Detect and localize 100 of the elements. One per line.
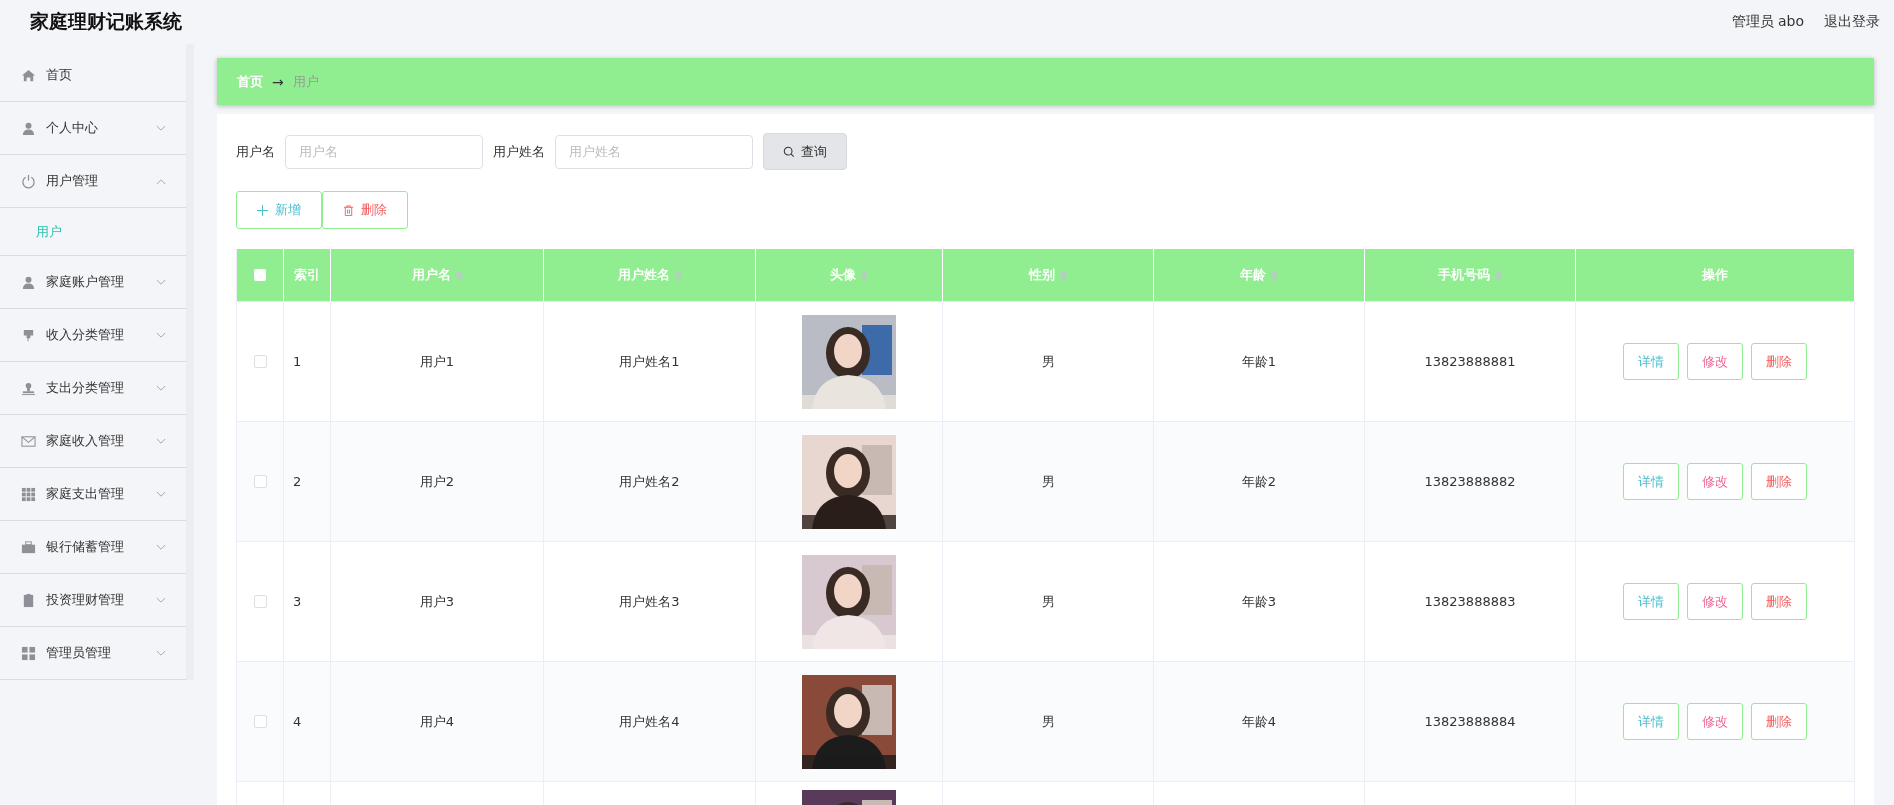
add-button[interactable]: 新增 <box>236 191 322 229</box>
menu-item[interactable]: 银行储蓄管理 <box>0 521 186 574</box>
delete-button[interactable]: 删除 <box>1751 343 1807 380</box>
table-cell: 年龄2 <box>1241 472 1277 491</box>
row-checkbox[interactable] <box>253 595 267 608</box>
chevron-down-icon <box>156 331 166 339</box>
menu-item[interactable]: 家庭收入管理 <box>0 415 186 468</box>
trash-icon <box>343 204 354 216</box>
delete-button[interactable]: 删除 <box>1751 583 1807 620</box>
grid-icon <box>21 486 36 502</box>
column-header: 年龄 <box>1240 266 1266 284</box>
table-cell: 用户2 <box>419 472 455 491</box>
user-icon <box>21 274 36 290</box>
detail-button[interactable]: 详情 <box>1623 343 1679 380</box>
table-cell: 13823888884 <box>1424 714 1516 729</box>
column-header: 索引 <box>294 266 320 284</box>
select-all-checkbox[interactable] <box>254 269 266 281</box>
field-label: 用户姓名 <box>493 142 545 161</box>
stamp-icon <box>21 380 36 396</box>
sort-icon[interactable] <box>861 269 868 281</box>
menu-item[interactable]: 首页 <box>0 49 186 102</box>
menu-item[interactable]: 家庭账户管理 <box>0 256 186 309</box>
menu-item[interactable]: 管理员管理 <box>0 627 186 680</box>
mail-icon <box>21 433 36 449</box>
detail-button[interactable]: 详情 <box>1623 463 1679 500</box>
table-cell: 男 <box>1041 352 1055 371</box>
chevron-up-icon <box>156 177 166 185</box>
table-cell: 用户姓名4 <box>619 712 680 731</box>
search-button[interactable]: 查询 <box>763 133 847 170</box>
chevron-down-icon <box>156 124 166 132</box>
menu-item[interactable]: 支出分类管理 <box>0 362 186 415</box>
table-cell: 用户3 <box>419 592 455 611</box>
edit-button[interactable]: 修改 <box>1687 463 1743 500</box>
chevron-down-icon <box>156 437 166 445</box>
edit-button[interactable]: 修改 <box>1687 703 1743 740</box>
table-cell: 13823888881 <box>1424 354 1516 369</box>
menu-item[interactable]: 投资理财管理 <box>0 574 186 627</box>
table-cell: 用户姓名1 <box>619 352 680 371</box>
pin-icon <box>21 327 36 343</box>
tiles-icon <box>21 645 36 661</box>
column-header: 头像 <box>830 266 856 284</box>
column-header: 性别 <box>1029 266 1055 284</box>
table-cell: 1 <box>293 354 302 369</box>
table-cell: 13823888882 <box>1424 474 1516 489</box>
column-header: 操作 <box>1702 266 1728 284</box>
table-cell: 4 <box>293 714 302 729</box>
plus-icon <box>257 204 268 216</box>
detail-button[interactable]: 详情 <box>1623 583 1679 620</box>
menu-item[interactable]: 收入分类管理 <box>0 309 186 362</box>
table-cell: 男 <box>1041 472 1055 491</box>
delete-button[interactable]: 删除 <box>1751 463 1807 500</box>
table-cell: 年龄4 <box>1241 712 1277 731</box>
table-cell: 用户姓名2 <box>619 472 680 491</box>
table-cell: 年龄1 <box>1241 352 1277 371</box>
sort-icon[interactable] <box>1271 269 1278 281</box>
column-header: 手机号码 <box>1438 266 1490 284</box>
edit-button[interactable]: 修改 <box>1687 343 1743 380</box>
chevron-down-icon <box>156 490 166 498</box>
chevron-down-icon <box>156 649 166 657</box>
search-icon <box>783 145 795 158</box>
table-cell: 13823888883 <box>1424 594 1516 609</box>
detail-button[interactable]: 详情 <box>1623 703 1679 740</box>
column-header: 用户姓名 <box>617 266 670 284</box>
chevron-down-icon <box>156 278 166 286</box>
row-checkbox[interactable] <box>253 475 267 488</box>
table-cell: 男 <box>1041 712 1055 731</box>
table-cell: 用户1 <box>419 352 455 371</box>
row-checkbox[interactable] <box>253 715 267 728</box>
delete-button[interactable]: 删除 <box>1751 703 1807 740</box>
menu-item[interactable]: 用户管理 <box>0 155 186 208</box>
home-icon <box>21 67 36 83</box>
sort-icon[interactable] <box>1495 269 1502 281</box>
search-field[interactable]: 用户名 <box>285 134 483 169</box>
delete-button[interactable]: 删除 <box>322 191 408 229</box>
sort-icon[interactable] <box>674 269 682 281</box>
row-checkbox[interactable] <box>253 355 267 368</box>
app-title: 家庭理财记账系统 <box>30 9 182 34</box>
logout-link[interactable]: 退出登录 <box>1824 13 1880 31</box>
field-label: 用户名 <box>236 142 275 161</box>
table-cell: 用户4 <box>419 712 455 731</box>
menu-item[interactable]: 家庭支出管理 <box>0 468 186 521</box>
table-cell: 男 <box>1041 592 1055 611</box>
chevron-down-icon <box>156 543 166 551</box>
table-cell: 用户姓名3 <box>619 592 680 611</box>
breadcrumb-current: 用户 <box>292 72 319 91</box>
menu-item[interactable]: 个人中心 <box>0 102 186 155</box>
table-cell: 2 <box>293 474 302 489</box>
admin-user-label: 管理员 abo <box>1731 13 1804 31</box>
power-icon <box>21 173 36 189</box>
search-field[interactable]: 用户姓名 <box>555 134 753 169</box>
edit-button[interactable]: 修改 <box>1687 583 1743 620</box>
sort-icon[interactable] <box>1060 269 1067 281</box>
table-cell: 年龄3 <box>1241 592 1277 611</box>
chevron-down-icon <box>156 384 166 392</box>
chevron-down-icon <box>156 596 166 604</box>
briefcase-icon <box>21 539 36 555</box>
user-icon <box>21 120 36 136</box>
sort-icon[interactable] <box>455 269 463 281</box>
breadcrumb-arrow: → <box>272 73 284 90</box>
submenu-item[interactable]: 用户 <box>0 208 186 256</box>
